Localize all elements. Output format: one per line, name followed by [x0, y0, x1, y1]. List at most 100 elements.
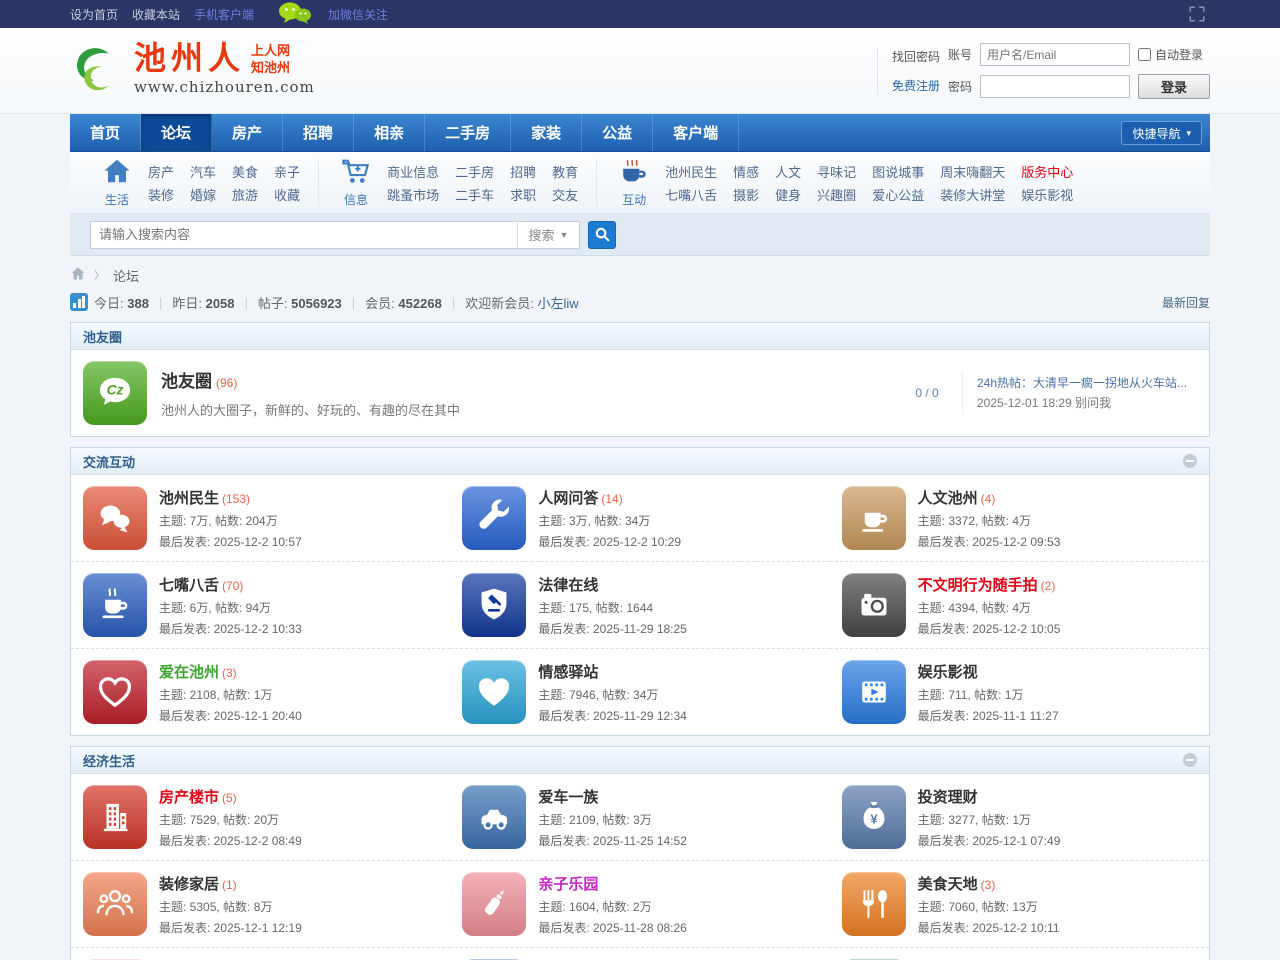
subnav-link[interactable]: 求职	[510, 185, 536, 204]
nav-item-forum[interactable]: 论坛	[141, 114, 212, 151]
subnav-link[interactable]: 教育	[552, 162, 578, 181]
bookmark-link[interactable]: 收藏本站	[132, 6, 180, 23]
subnav-link[interactable]: 亲子	[274, 162, 300, 181]
forum-icon[interactable]	[462, 660, 526, 724]
forum-icon[interactable]	[842, 660, 906, 724]
nav-item-dating[interactable]: 相亲	[354, 114, 425, 151]
subnav-link[interactable]: 爱心公益	[872, 185, 924, 204]
subnav-link[interactable]: 健身	[775, 185, 801, 204]
subnav-link[interactable]: 收藏	[274, 185, 300, 204]
subnav-link[interactable]: 装修大讲堂	[940, 185, 1005, 204]
forum-icon[interactable]	[462, 486, 526, 550]
register-link[interactable]: 免费注册	[892, 77, 940, 94]
subnav-link[interactable]: 摄影	[733, 185, 759, 204]
collapse-section-button[interactable]	[1183, 753, 1197, 767]
forum-icon[interactable]	[462, 573, 526, 637]
subnav-link[interactable]: 商业信息	[387, 162, 439, 181]
home-icon[interactable]	[70, 266, 86, 284]
nav-item-home-decor[interactable]: 家装	[511, 114, 582, 151]
forum-title-link[interactable]: 池友圈	[161, 372, 212, 391]
subnav-link[interactable]: 二手车	[455, 185, 494, 204]
forum-title-link[interactable]: 不文明行为随手拍	[918, 577, 1038, 594]
subnav-link[interactable]: 七嘴八舌	[665, 185, 717, 204]
nav-item-secondhand-house[interactable]: 二手房	[425, 114, 511, 151]
forum-ratio: 0 / 0	[892, 386, 962, 400]
subnav-link[interactable]: 娱乐影视	[1021, 185, 1073, 204]
expand-icon[interactable]	[1188, 5, 1206, 26]
mobile-app-link[interactable]: 手机客户端	[194, 6, 254, 23]
subnav-link[interactable]: 装修	[148, 185, 174, 204]
forum-title-link[interactable]: 池州民生	[159, 490, 219, 507]
subnav-link[interactable]: 交友	[552, 185, 578, 204]
forum-title-link[interactable]: 情感驿站	[538, 664, 598, 681]
password-input[interactable]	[980, 75, 1130, 98]
forum-title-link[interactable]: 爱车一族	[538, 789, 598, 806]
forum-icon[interactable]	[842, 486, 906, 550]
subnav-link[interactable]: 图说城事	[872, 162, 924, 181]
forum-title-link[interactable]: 亲子乐园	[538, 876, 598, 893]
forum-icon[interactable]	[83, 573, 147, 637]
subnav-link[interactable]: 寻味记	[817, 162, 856, 181]
subnav-link[interactable]: 情感	[733, 162, 759, 181]
nav-item-jobs[interactable]: 招聘	[283, 114, 354, 151]
forgot-password-link[interactable]: 找回密码	[892, 48, 940, 65]
breadcrumb-current[interactable]: 论坛	[113, 266, 139, 285]
login-button[interactable]: 登录	[1138, 74, 1210, 99]
subnav-link[interactable]: 周末嗨翻天	[940, 162, 1005, 181]
forum-title-link[interactable]: 房产楼市	[159, 789, 219, 806]
nav-item-app[interactable]: 客户端	[653, 114, 739, 151]
subnav-link[interactable]: 池州民生	[665, 162, 717, 181]
forum-title-link[interactable]: 人文池州	[918, 490, 978, 507]
site-logo[interactable]: 池州人上人网知池州 www.chizhouren.com	[70, 42, 315, 101]
forum-grid: 房产楼市(5) 主题: 7529, 帖数: 20万 最后发表: 2025-12-…	[71, 774, 1209, 960]
forum-icon[interactable]	[83, 785, 147, 849]
forum-topic-count: (153)	[222, 492, 250, 506]
subnav-link[interactable]: 美食	[232, 162, 258, 181]
quick-nav-button[interactable]: 快捷导航▾	[1121, 121, 1202, 145]
subnav-link[interactable]: 二手房	[455, 162, 494, 181]
nav-item-charity[interactable]: 公益	[582, 114, 653, 151]
subnav-link[interactable]: 婚嫁	[190, 185, 216, 204]
nav-item-home[interactable]: 首页	[70, 114, 141, 151]
search-button[interactable]	[588, 221, 616, 249]
nav-item-realestate[interactable]: 房产	[212, 114, 283, 151]
forum-topic-count: (96)	[216, 376, 237, 390]
subnav-link[interactable]: 人文	[775, 162, 801, 181]
username-input[interactable]	[980, 43, 1130, 66]
forum-icon[interactable]: ¥	[842, 785, 906, 849]
subnav-link-service-center[interactable]: 版务中心	[1021, 162, 1073, 181]
forum-icon[interactable]	[83, 486, 147, 550]
subnav-link[interactable]: 兴趣圈	[817, 185, 856, 204]
forum-icon[interactable]	[83, 872, 147, 936]
search-input[interactable]	[91, 223, 517, 247]
subnav-link[interactable]: 招聘	[510, 162, 536, 181]
subnav-link[interactable]: 汽车	[190, 162, 216, 181]
forum-topic-count: (14)	[601, 492, 622, 506]
set-home-link[interactable]: 设为首页	[70, 6, 118, 23]
forum-title-link[interactable]: 法律在线	[538, 577, 598, 594]
forum-title-link[interactable]: 美食天地	[918, 876, 978, 893]
forum-title-link[interactable]: 七嘴八舌	[159, 577, 219, 594]
subnav-link[interactable]: 跳蚤市场	[387, 185, 439, 204]
forum-icon[interactable]	[842, 872, 906, 936]
search-type-dropdown[interactable]: 搜索▼	[517, 221, 579, 249]
subnav-link[interactable]: 房产	[148, 162, 174, 181]
latest-replies-link[interactable]: 最新回复	[1162, 294, 1210, 311]
forum-title-link[interactable]: 娱乐影视	[918, 664, 978, 681]
wechat-follow-link[interactable]: 加微信关注	[328, 6, 388, 23]
forum-title-link[interactable]: 装修家居	[159, 876, 219, 893]
latest-post-link[interactable]: 24h热帖：大清早一瘸一拐地从火车站...	[977, 373, 1197, 393]
forum-icon-circle[interactable]: Cz	[83, 361, 147, 425]
forum-cell: 装修家居(1) 主题: 5305, 帖数: 8万 最后发表: 2025-12-1…	[71, 860, 450, 947]
forum-title-link[interactable]: 人网问答	[538, 490, 598, 507]
forum-icon[interactable]	[842, 573, 906, 637]
forum-title-link[interactable]: 投资理财	[918, 789, 978, 806]
forum-icon[interactable]	[462, 785, 526, 849]
auto-login-checkbox[interactable]	[1138, 48, 1151, 61]
forum-title-link[interactable]: 爱在池州	[159, 664, 219, 681]
collapse-section-button[interactable]	[1183, 454, 1197, 468]
new-member-link[interactable]: 小左liw	[537, 296, 578, 311]
forum-icon[interactable]	[83, 660, 147, 724]
forum-icon[interactable]	[462, 872, 526, 936]
subnav-link[interactable]: 旅游	[232, 185, 258, 204]
